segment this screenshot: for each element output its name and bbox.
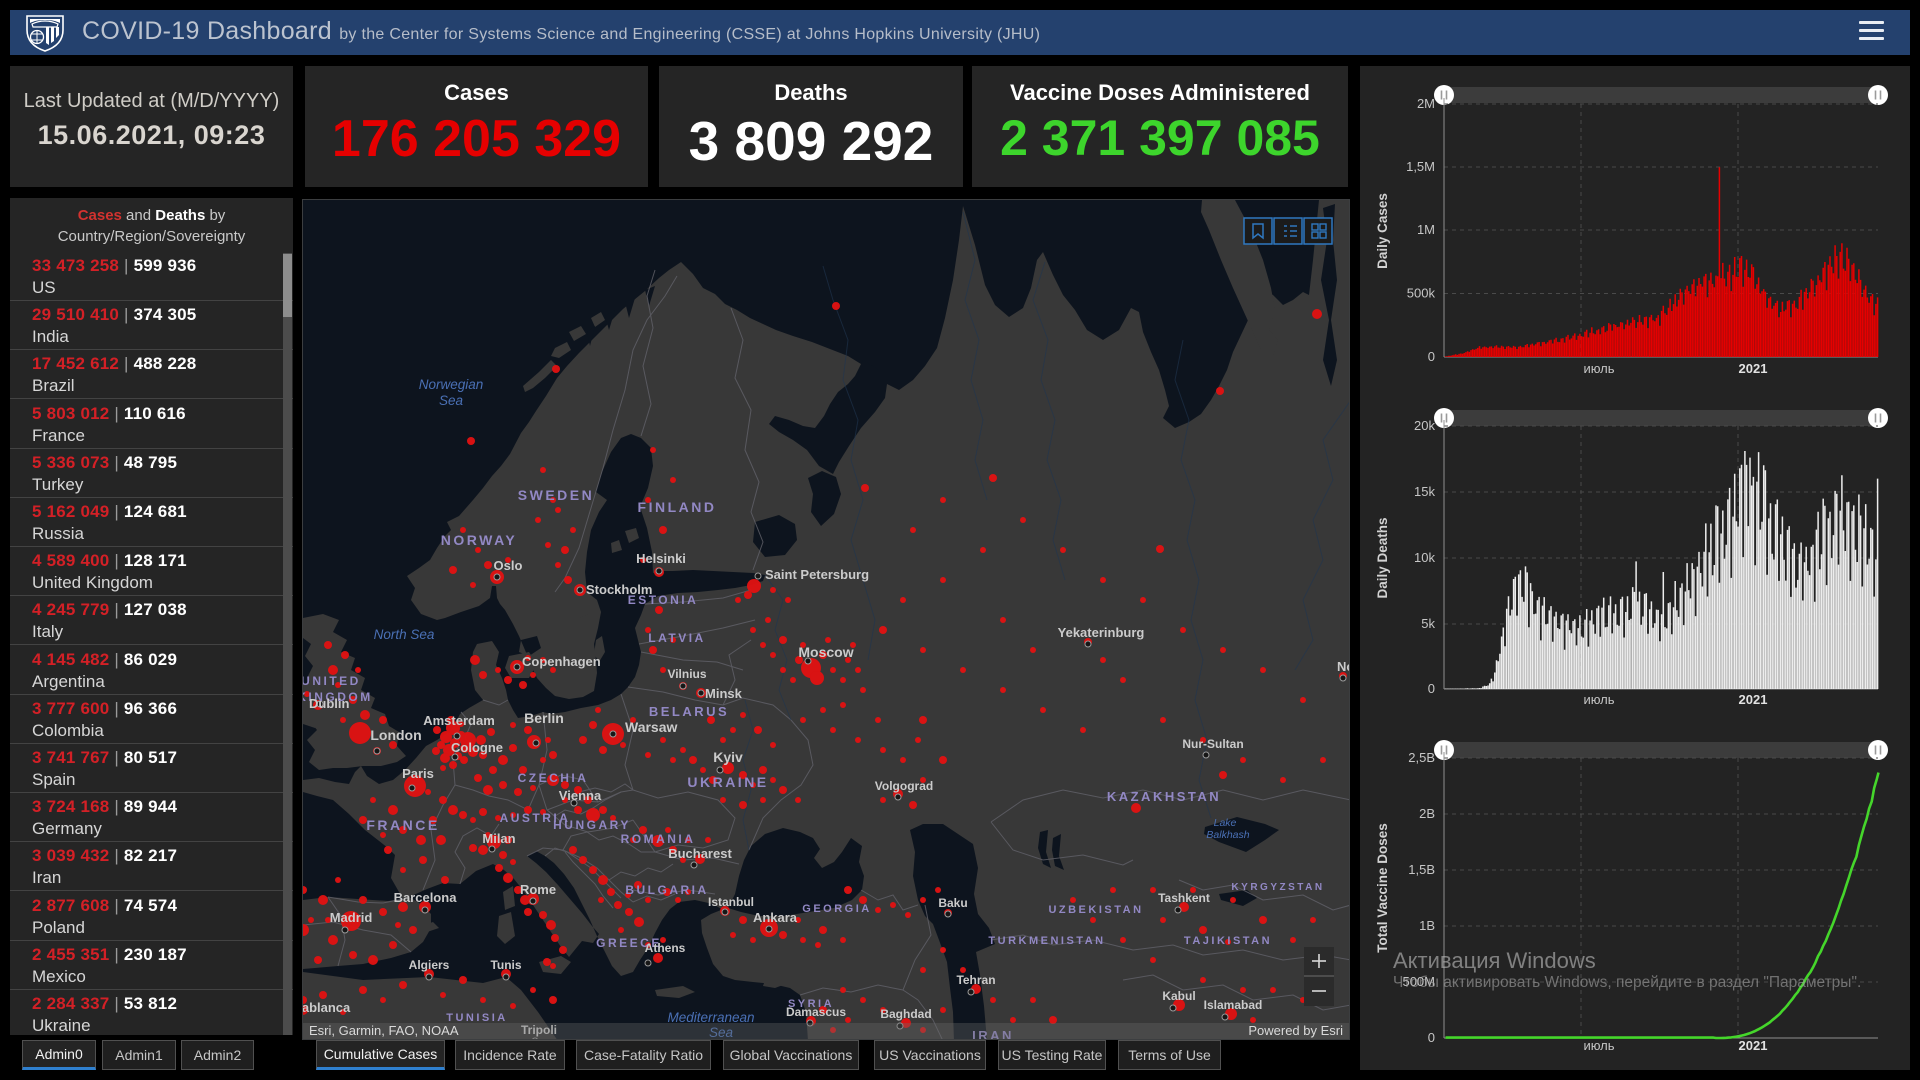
svg-text:0: 0 xyxy=(1428,1030,1435,1045)
svg-text:North Sea: North Sea xyxy=(374,627,435,642)
svg-text:Daily Cases: Daily Cases xyxy=(1375,193,1390,269)
svg-text:10k: 10k xyxy=(1414,550,1435,565)
svg-text:Ankara: Ankara xyxy=(753,910,798,925)
svg-text:Berlin: Berlin xyxy=(524,710,564,726)
svg-text:GEORGIA: GEORGIA xyxy=(802,903,871,915)
svg-text:Stockholm: Stockholm xyxy=(586,582,652,597)
svg-text:2M: 2M xyxy=(1417,96,1435,111)
svg-text:Baku: Baku xyxy=(938,896,967,910)
svg-text:Damascus: Damascus xyxy=(786,1005,846,1019)
svg-text:Mediterranean: Mediterranean xyxy=(667,1010,754,1025)
svg-text:Helsinki: Helsinki xyxy=(636,551,686,566)
svg-text:500k: 500k xyxy=(1407,286,1436,301)
svg-text:Esri, Garmin, FAO, NOAA: Esri, Garmin, FAO, NOAA xyxy=(309,1023,459,1038)
svg-text:2021: 2021 xyxy=(1739,361,1768,376)
svg-text:Novosi: Novosi xyxy=(1337,659,1349,674)
svg-text:Sea: Sea xyxy=(439,393,464,408)
svg-text:TAJIKISTAN: TAJIKISTAN xyxy=(1184,935,1272,947)
svg-text:Tunis: Tunis xyxy=(490,958,521,972)
svg-text:Rome: Rome xyxy=(520,882,556,897)
svg-text:июль: июль xyxy=(1583,1038,1614,1053)
svg-text:BELARUS: BELARUS xyxy=(649,704,729,719)
svg-text:FRANCE: FRANCE xyxy=(366,817,439,833)
svg-text:Bucharest: Bucharest xyxy=(668,846,732,861)
svg-text:июль: июль xyxy=(1583,692,1614,707)
svg-text:0: 0 xyxy=(1428,349,1435,364)
svg-text:20k: 20k xyxy=(1414,418,1435,433)
svg-text:Istanbul: Istanbul xyxy=(708,895,754,909)
svg-text:Nur-Sultan: Nur-Sultan xyxy=(1182,737,1243,751)
svg-text:NORWAY: NORWAY xyxy=(441,532,517,548)
svg-text:BULGARIA: BULGARIA xyxy=(625,883,708,897)
svg-text:1B: 1B xyxy=(1419,918,1435,933)
svg-text:Vilnius: Vilnius xyxy=(667,667,706,681)
svg-text:Saint Petersburg: Saint Petersburg xyxy=(765,567,869,582)
svg-text:KYRGYZSTAN: KYRGYZSTAN xyxy=(1231,882,1324,893)
svg-text:Balkhash: Balkhash xyxy=(1206,829,1249,841)
svg-text:Daily Deaths: Daily Deaths xyxy=(1375,517,1390,598)
svg-text:KAZAKHSTAN: KAZAKHSTAN xyxy=(1107,789,1221,804)
svg-text:Vienna: Vienna xyxy=(559,788,602,803)
svg-text:Yekaterinburg: Yekaterinburg xyxy=(1058,625,1145,640)
svg-text:Copenhagen: Copenhagen xyxy=(522,654,601,669)
svg-text:HUNGARY: HUNGARY xyxy=(553,818,631,832)
svg-text:1,5B: 1,5B xyxy=(1408,862,1435,877)
svg-text:Barcelona: Barcelona xyxy=(394,890,458,905)
svg-text:Powered by Esri: Powered by Esri xyxy=(1248,1023,1343,1038)
svg-text:Minsk: Minsk xyxy=(705,686,743,701)
svg-text:2,5B: 2,5B xyxy=(1408,750,1435,765)
svg-text:Baghdad: Baghdad xyxy=(880,1007,931,1021)
svg-text:5k: 5k xyxy=(1421,616,1435,631)
svg-text:SWEDEN: SWEDEN xyxy=(518,487,594,503)
svg-text:Casablanca: Casablanca xyxy=(303,1000,351,1015)
svg-text:Lake: Lake xyxy=(1214,817,1237,829)
svg-text:2021: 2021 xyxy=(1739,692,1768,707)
svg-text:Dublin: Dublin xyxy=(309,696,349,711)
svg-text:0: 0 xyxy=(1428,681,1435,696)
svg-text:LATVIA: LATVIA xyxy=(648,631,705,645)
svg-text:Kyiv: Kyiv xyxy=(713,749,743,765)
svg-text:Islamabad: Islamabad xyxy=(1204,998,1263,1012)
svg-text:Tashkent: Tashkent xyxy=(1158,891,1210,905)
svg-text:Kabul: Kabul xyxy=(1162,989,1195,1003)
svg-text:Norwegian: Norwegian xyxy=(419,377,484,392)
svg-text:Athens: Athens xyxy=(645,941,686,955)
svg-text:Warsaw: Warsaw xyxy=(625,719,678,735)
svg-text:Algiers: Algiers xyxy=(409,958,450,972)
svg-text:Oslo: Oslo xyxy=(494,558,523,573)
svg-text:UKRAINE: UKRAINE xyxy=(687,774,768,790)
svg-text:UNITED: UNITED xyxy=(303,674,361,688)
svg-text:15k: 15k xyxy=(1414,484,1435,499)
svg-text:1,5M: 1,5M xyxy=(1406,159,1435,174)
svg-text:2021: 2021 xyxy=(1739,1038,1768,1053)
svg-text:Volgograd: Volgograd xyxy=(875,779,933,793)
svg-text:Paris: Paris xyxy=(402,766,434,781)
svg-text:FINLAND: FINLAND xyxy=(638,499,717,515)
svg-text:2B: 2B xyxy=(1419,806,1435,821)
svg-text:Madrid: Madrid xyxy=(330,910,373,925)
svg-text:Total Vaccine Doses: Total Vaccine Doses xyxy=(1375,823,1390,953)
svg-text:Amsterdam: Amsterdam xyxy=(423,713,495,728)
svg-text:Moscow: Moscow xyxy=(798,644,853,660)
svg-text:TURKMENISTAN: TURKMENISTAN xyxy=(988,935,1105,947)
svg-text:1M: 1M xyxy=(1417,222,1435,237)
svg-text:UZBEKISTAN: UZBEKISTAN xyxy=(1048,904,1143,916)
svg-text:Milan: Milan xyxy=(482,831,515,846)
svg-text:ROMANIA: ROMANIA xyxy=(621,832,696,846)
svg-text:Cologne: Cologne xyxy=(451,740,503,755)
svg-text:Tehran: Tehran xyxy=(956,973,995,987)
svg-text:CZECHIA: CZECHIA xyxy=(518,771,589,785)
svg-text:London: London xyxy=(370,727,421,743)
svg-text:июль: июль xyxy=(1583,361,1614,376)
